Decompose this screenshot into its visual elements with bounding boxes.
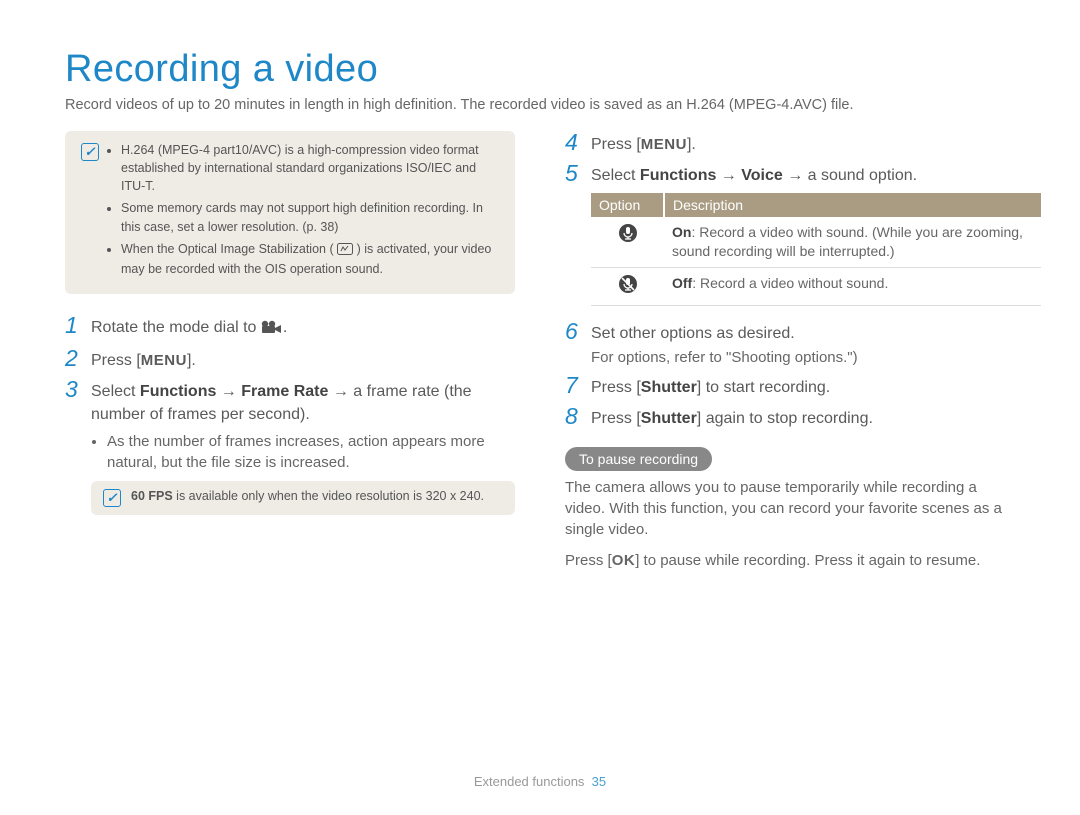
note-icon: ✓ bbox=[103, 489, 121, 507]
step-number: 8 bbox=[565, 405, 579, 428]
step-8: 8 Press [Shutter] again to stop recordin… bbox=[565, 405, 1015, 430]
menu-label: MENU bbox=[641, 136, 687, 153]
option-off-label: Off bbox=[672, 275, 692, 291]
video-mode-icon bbox=[261, 318, 283, 341]
step-text: ] again to stop recording. bbox=[697, 410, 873, 427]
text: Press [ bbox=[565, 552, 612, 569]
step-text: Press [ bbox=[591, 379, 641, 396]
functions-label: Functions bbox=[640, 167, 716, 184]
step-text: Set other options as desired. bbox=[591, 325, 795, 342]
arrow-icon: → bbox=[716, 167, 741, 184]
footer-section: Extended functions bbox=[474, 774, 585, 789]
table-row: On: Record a video with sound. (While yo… bbox=[591, 217, 1041, 267]
step-text: Select bbox=[591, 167, 640, 184]
functions-label: Functions bbox=[140, 383, 216, 400]
step-number: 4 bbox=[565, 131, 579, 154]
step-text: . bbox=[283, 319, 287, 336]
note-bullet: H.264 (MPEG-4 part10/AVC) is a high-comp… bbox=[121, 141, 499, 195]
shutter-label: Shutter bbox=[641, 410, 697, 427]
option-on-desc: : Record a video with sound. (While you … bbox=[672, 224, 1023, 259]
sound-options-table: Option Description On: Record a video wi… bbox=[591, 193, 1041, 306]
fps-note-text: is available only when the video resolut… bbox=[173, 489, 484, 503]
page-intro: Record videos of up to 20 minutes in len… bbox=[65, 97, 1015, 113]
page-title: Recording a video bbox=[65, 48, 1015, 91]
footer-page-number: 35 bbox=[592, 774, 606, 789]
step-text: Press [ bbox=[591, 410, 641, 427]
pause-paragraph: The camera allows you to pause temporari… bbox=[565, 477, 1015, 540]
step-2: 2 Press [MENU]. bbox=[65, 347, 515, 372]
step-5: 5 Select Functions → Voice → a sound opt… bbox=[565, 162, 1015, 187]
fps-bold: 60 FPS bbox=[131, 489, 173, 503]
right-column: 4 Press [MENU]. 5 Select Functions → Voi… bbox=[565, 131, 1015, 581]
step-number: 6 bbox=[565, 320, 579, 343]
page-footer: Extended functions 35 bbox=[0, 774, 1080, 789]
step-number: 7 bbox=[565, 374, 579, 397]
framerate-label: Frame Rate bbox=[241, 383, 328, 400]
step-text: ]. bbox=[687, 136, 696, 153]
step-number: 1 bbox=[65, 314, 79, 337]
voice-label: Voice bbox=[741, 167, 783, 184]
step-number: 5 bbox=[565, 162, 579, 185]
menu-label: MENU bbox=[141, 352, 187, 369]
step-3: 3 Select Functions → Frame Rate → a fram… bbox=[65, 378, 515, 472]
shutter-label: Shutter bbox=[641, 379, 697, 396]
left-column: ✓ H.264 (MPEG-4 part10/AVC) is a high-co… bbox=[65, 131, 515, 515]
step-text: Rotate the mode dial to bbox=[91, 319, 261, 336]
step-text: → a sound option. bbox=[783, 167, 917, 184]
note-bullet: Some memory cards may not support high d… bbox=[121, 199, 499, 235]
step-sub-bullet: As the number of frames increases, actio… bbox=[107, 431, 515, 473]
step-7: 7 Press [Shutter] to start recording. bbox=[565, 374, 1015, 399]
note-bullet: When the Optical Image Stabilization ( )… bbox=[121, 240, 499, 278]
note-icon: ✓ bbox=[81, 143, 99, 161]
step-6: 6 Set other options as desired. For opti… bbox=[565, 320, 1015, 368]
ok-label: OK bbox=[612, 552, 636, 569]
mic-on-icon bbox=[618, 223, 638, 248]
note-callout: ✓ H.264 (MPEG-4 part10/AVC) is a high-co… bbox=[65, 131, 515, 294]
step-text: Select bbox=[91, 383, 140, 400]
note-text: When the Optical Image Stabilization ( bbox=[121, 242, 334, 256]
step-1: 1 Rotate the mode dial to . bbox=[65, 314, 515, 341]
step-4: 4 Press [MENU]. bbox=[565, 131, 1015, 156]
arrow-icon: → bbox=[216, 383, 241, 400]
fps-note-callout: ✓ 60 FPS is available only when the vide… bbox=[91, 481, 515, 515]
mic-off-icon bbox=[618, 274, 638, 299]
table-header-option: Option bbox=[591, 193, 664, 217]
table-row: Off: Record a video without sound. bbox=[591, 268, 1041, 306]
table-header-description: Description bbox=[664, 193, 1041, 217]
pause-instruction: Press [OK] to pause while recording. Pre… bbox=[565, 550, 1015, 571]
pause-heading: To pause recording bbox=[565, 447, 712, 471]
step-sub-text: For options, refer to "Shooting options.… bbox=[591, 347, 858, 368]
step-number: 3 bbox=[65, 378, 79, 401]
ois-icon bbox=[337, 242, 353, 260]
option-off-desc: : Record a video without sound. bbox=[692, 275, 888, 291]
step-number: 2 bbox=[65, 347, 79, 370]
step-text: Press [ bbox=[591, 136, 641, 153]
step-text: ] to start recording. bbox=[697, 379, 830, 396]
text: ] to pause while recording. Press it aga… bbox=[635, 552, 980, 569]
option-on-label: On bbox=[672, 224, 691, 240]
two-column-layout: ✓ H.264 (MPEG-4 part10/AVC) is a high-co… bbox=[65, 131, 1015, 581]
step-text: ]. bbox=[187, 352, 196, 369]
step-text: Press [ bbox=[91, 352, 141, 369]
